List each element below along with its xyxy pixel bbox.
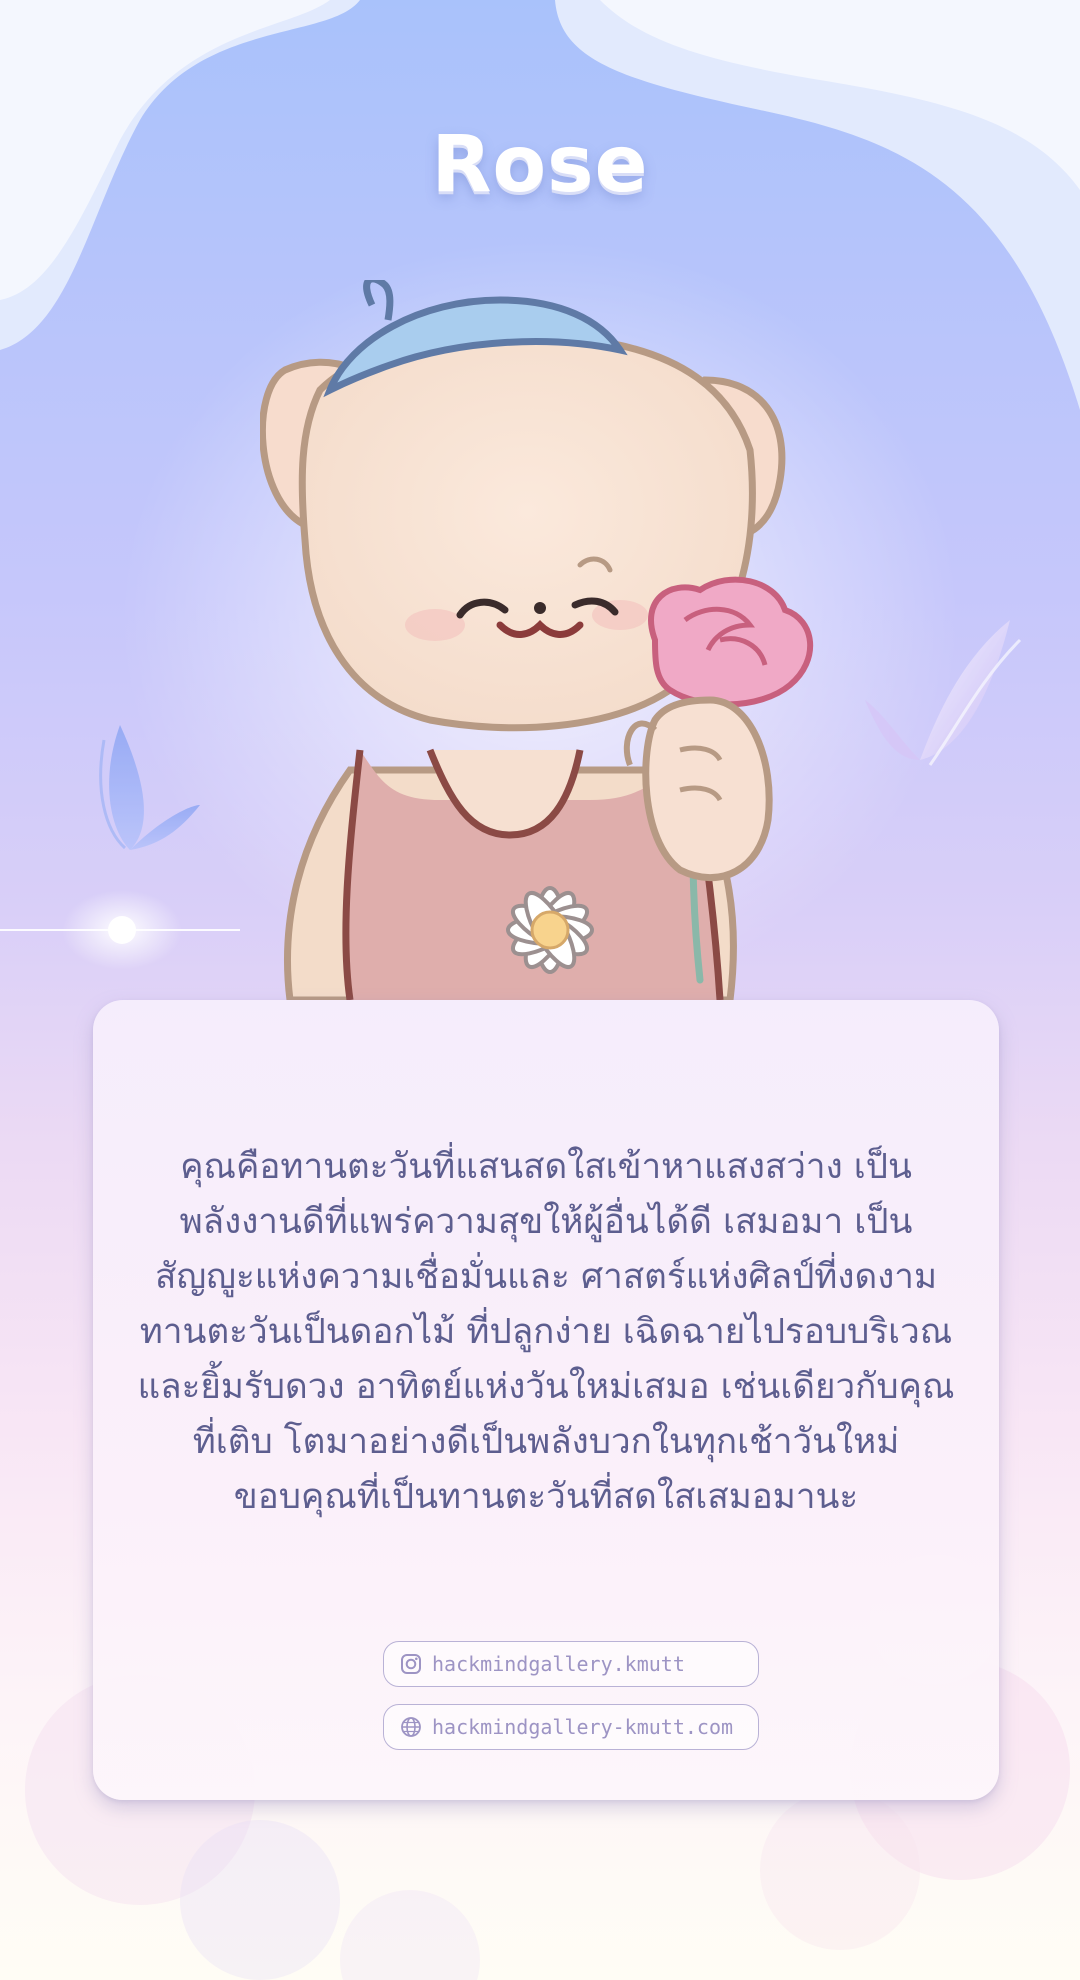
- instagram-icon: [400, 1653, 422, 1675]
- page-title: Rose: [431, 120, 649, 210]
- globe-icon: [400, 1716, 422, 1738]
- website-url: hackmindgallery-kmutt.com: [432, 1715, 734, 1739]
- bear-with-rose-illustration: [260, 280, 814, 1000]
- message-card: คุณคือทานตะวันที่แสนสดใสเข้าหาแสงสว่าง เ…: [93, 1000, 999, 1800]
- page: Rose คุณคือทานตะวันที่แสนสดใสเข้าหาแสงสว…: [0, 0, 1080, 1980]
- website-link[interactable]: hackmindgallery-kmutt.com: [383, 1704, 759, 1750]
- message-text: คุณคือทานตะวันที่แสนสดใสเข้าหาแสงสว่าง เ…: [137, 1147, 955, 1517]
- instagram-handle: hackmindgallery.kmutt: [432, 1652, 685, 1676]
- instagram-link[interactable]: hackmindgallery.kmutt: [383, 1641, 759, 1687]
